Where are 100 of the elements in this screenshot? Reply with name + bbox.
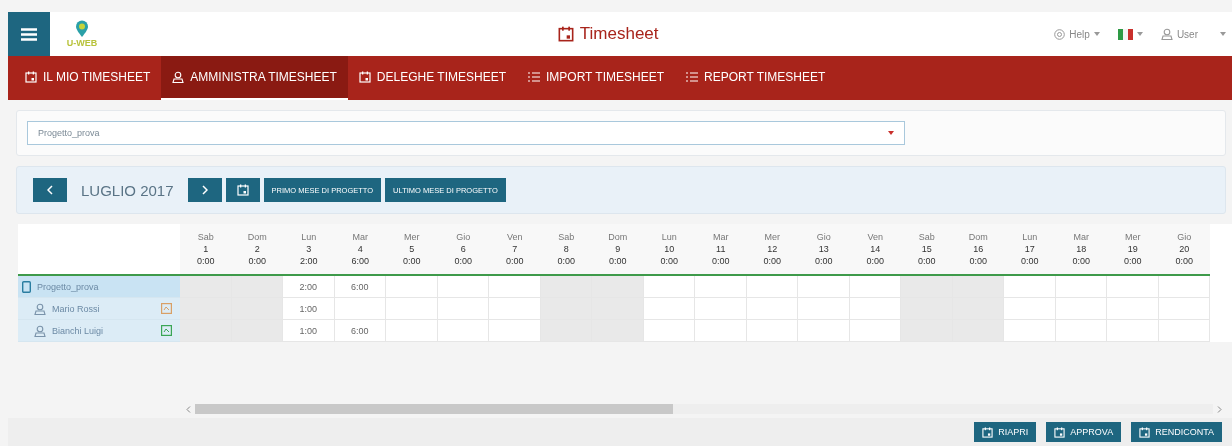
hours-cell[interactable] bbox=[695, 320, 747, 342]
hours-cell[interactable] bbox=[1158, 320, 1210, 342]
hours-cell[interactable] bbox=[695, 276, 747, 298]
hours-cell[interactable] bbox=[386, 298, 438, 320]
day-number: 11 bbox=[716, 243, 726, 255]
flag-icon bbox=[1117, 28, 1133, 40]
hours-cell[interactable] bbox=[1158, 298, 1210, 320]
hours-cell[interactable] bbox=[643, 320, 695, 342]
hours-cell[interactable] bbox=[1107, 276, 1159, 298]
day-number: 12 bbox=[767, 243, 778, 255]
hours-cell[interactable] bbox=[1055, 298, 1107, 320]
hours-cell[interactable]: 2:00 bbox=[283, 276, 335, 298]
day-total: 0:00 bbox=[763, 255, 781, 267]
hours-cell[interactable] bbox=[849, 276, 901, 298]
hours-cell[interactable] bbox=[1004, 320, 1056, 342]
month-label: LUGLIO 2017 bbox=[81, 181, 174, 199]
hours-cell[interactable] bbox=[386, 276, 438, 298]
person-row-header[interactable]: Mario Rossi bbox=[18, 298, 180, 320]
hours-cell[interactable] bbox=[1107, 320, 1159, 342]
weekday-label: Gio bbox=[456, 231, 471, 243]
nav-tab[interactable]: REPORT TIMESHEET bbox=[675, 56, 837, 100]
day-total: 0:00 bbox=[454, 255, 472, 267]
day-number: 20 bbox=[1179, 243, 1190, 255]
action-button[interactable]: APPROVA bbox=[1046, 422, 1122, 442]
hours-cell[interactable] bbox=[643, 276, 695, 298]
nav-tab[interactable]: AMMINISTRA TIMESHEET bbox=[161, 56, 348, 100]
hours-cell[interactable] bbox=[798, 298, 850, 320]
weekday-label: Mar bbox=[1073, 231, 1089, 243]
hours-cell[interactable] bbox=[1055, 320, 1107, 342]
weekday-label: Sab bbox=[558, 231, 575, 243]
action-button[interactable]: RIAPRI bbox=[974, 422, 1037, 442]
weekday-label: Mar bbox=[352, 231, 368, 243]
location-pin-icon bbox=[75, 20, 89, 38]
day-number: 13 bbox=[818, 243, 829, 255]
day-total: 0:00 bbox=[557, 255, 575, 267]
day-total: 0:00 bbox=[506, 255, 524, 267]
hours-cell[interactable] bbox=[798, 320, 850, 342]
hours-cell[interactable]: 6:00 bbox=[334, 320, 386, 342]
scrollbar-thumb[interactable] bbox=[195, 404, 674, 414]
scroll-left-icon bbox=[186, 405, 191, 413]
hours-cell[interactable] bbox=[746, 276, 798, 298]
hours-cell[interactable] bbox=[334, 298, 386, 320]
menu-icon bbox=[21, 27, 37, 41]
hours-cell[interactable] bbox=[489, 320, 541, 342]
hours-cell[interactable] bbox=[1158, 276, 1210, 298]
calendar-icon bbox=[25, 71, 37, 83]
nav-tab[interactable]: IL MIO TIMESHEET bbox=[14, 56, 162, 100]
project-select[interactable]: Progetto_prova bbox=[27, 121, 905, 145]
day-total: 0:00 bbox=[1021, 255, 1039, 267]
hours-cell[interactable] bbox=[746, 298, 798, 320]
menu-button[interactable] bbox=[8, 12, 50, 56]
day-total: 0:00 bbox=[403, 255, 421, 267]
caret-icon bbox=[888, 131, 894, 135]
hours-cell[interactable] bbox=[849, 320, 901, 342]
hours-cell[interactable]: 1:00 bbox=[283, 320, 335, 342]
day-total: 0:00 bbox=[660, 255, 678, 267]
day-number: 10 bbox=[664, 243, 675, 255]
day-number: 15 bbox=[921, 243, 932, 255]
hours-cell[interactable]: 6:00 bbox=[334, 276, 386, 298]
hours-cell[interactable] bbox=[489, 276, 541, 298]
scrollbar-track[interactable] bbox=[195, 404, 1213, 414]
day-number: 16 bbox=[973, 243, 984, 255]
calendar-icon bbox=[1054, 426, 1066, 438]
calendar-icon bbox=[982, 426, 994, 438]
day-total: 0:00 bbox=[712, 255, 730, 267]
hours-cell[interactable] bbox=[849, 298, 901, 320]
hours-cell[interactable] bbox=[746, 320, 798, 342]
document-icon bbox=[22, 280, 31, 293]
chevron-left-icon bbox=[47, 185, 53, 195]
language-menu[interactable] bbox=[1117, 28, 1143, 40]
calendar-button[interactable] bbox=[225, 178, 260, 202]
nav-tab[interactable]: IMPORT TIMESHEET bbox=[516, 56, 675, 100]
action-button[interactable]: RENDICONTA bbox=[1131, 422, 1222, 442]
hours-cell[interactable] bbox=[489, 298, 541, 320]
user-menu[interactable]: User bbox=[1160, 28, 1226, 40]
list-icon bbox=[686, 72, 698, 82]
logo-text: U-WEB bbox=[66, 38, 98, 48]
hours-cell[interactable] bbox=[1004, 298, 1056, 320]
hours-cell[interactable] bbox=[1107, 298, 1159, 320]
hours-cell[interactable] bbox=[643, 298, 695, 320]
row-name: Progetto_prova bbox=[37, 281, 100, 292]
list-icon bbox=[527, 72, 540, 82]
hours-cell[interactable] bbox=[695, 298, 747, 320]
next-month-button[interactable] bbox=[187, 178, 222, 202]
hours-cell[interactable] bbox=[437, 298, 489, 320]
hours-cell[interactable] bbox=[386, 320, 438, 342]
day-total: 0:00 bbox=[1072, 255, 1090, 267]
previous-month-button[interactable] bbox=[33, 178, 67, 202]
calendar-icon bbox=[358, 71, 371, 83]
help-menu[interactable]: Help bbox=[1054, 28, 1100, 40]
hours-cell[interactable] bbox=[1055, 276, 1107, 298]
hours-cell[interactable] bbox=[798, 276, 850, 298]
hours-cell[interactable] bbox=[437, 276, 489, 298]
nav-tab[interactable]: DELEGHE TIMESHEET bbox=[347, 56, 517, 100]
hours-cell[interactable] bbox=[437, 320, 489, 342]
day-total: 0:00 bbox=[918, 255, 936, 267]
hours-cell[interactable] bbox=[1004, 276, 1056, 298]
hours-cell[interactable]: 1:00 bbox=[283, 298, 335, 320]
day-total: 0:00 bbox=[1124, 255, 1142, 267]
lifebuoy-icon bbox=[1054, 28, 1066, 40]
